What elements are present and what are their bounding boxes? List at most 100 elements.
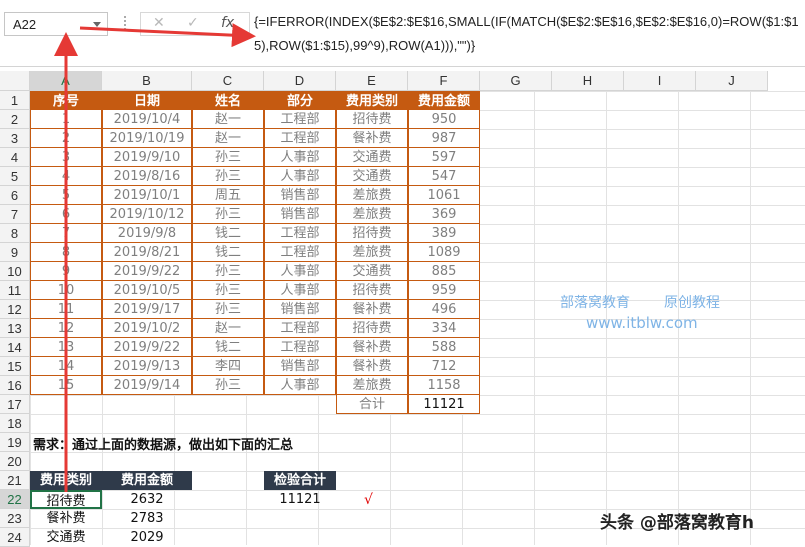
table-data-cell[interactable]: 588 [408, 338, 480, 357]
table-data-cell[interactable]: 孙三 [192, 205, 264, 224]
table-data-cell[interactable]: 交通费 [336, 167, 408, 186]
table-data-cell[interactable]: 交通费 [336, 148, 408, 167]
table-data-cell[interactable]: 10 [30, 281, 102, 300]
table-data-cell[interactable]: 2019/10/12 [102, 205, 192, 224]
table-data-cell[interactable]: 销售部 [264, 357, 336, 376]
table-data-cell[interactable]: 人事部 [264, 281, 336, 300]
row-header-19[interactable]: 19 [0, 433, 30, 452]
table-data-cell[interactable]: 2019/9/13 [102, 357, 192, 376]
table-data-cell[interactable]: 1158 [408, 376, 480, 395]
table-data-cell[interactable]: 工程部 [264, 243, 336, 262]
table-data-cell[interactable]: 人事部 [264, 148, 336, 167]
table-data-cell[interactable]: 钱二 [192, 224, 264, 243]
table-data-cell[interactable]: 工程部 [264, 110, 336, 129]
table-header-cell[interactable]: 姓名 [192, 91, 264, 110]
row-header-2[interactable]: 2 [0, 110, 30, 129]
column-header-a[interactable]: A [30, 71, 102, 91]
row-header-17[interactable]: 17 [0, 395, 30, 414]
column-header-b[interactable]: B [102, 71, 192, 91]
table-data-cell[interactable]: 工程部 [264, 129, 336, 148]
table-data-cell[interactable]: 孙三 [192, 376, 264, 395]
table-header-cell[interactable]: 费用金额 [408, 91, 480, 110]
table-data-cell[interactable]: 11 [30, 300, 102, 319]
table-data-cell[interactable]: 2019/10/19 [102, 129, 192, 148]
summary-data-cell[interactable]: 2783 [102, 509, 192, 528]
table-data-cell[interactable]: 959 [408, 281, 480, 300]
table-data-cell[interactable]: 差旅费 [336, 186, 408, 205]
row-header-5[interactable]: 5 [0, 167, 30, 186]
row-header-12[interactable]: 12 [0, 300, 30, 319]
table-data-cell[interactable]: 销售部 [264, 205, 336, 224]
table-data-cell[interactable]: 餐补费 [336, 338, 408, 357]
table-data-cell[interactable]: 1061 [408, 186, 480, 205]
row-header-20[interactable]: 20 [0, 452, 30, 471]
table-data-cell[interactable]: 孙三 [192, 281, 264, 300]
table-data-cell[interactable]: 孙三 [192, 300, 264, 319]
table-data-cell[interactable]: 2019/10/2 [102, 319, 192, 338]
table-data-cell[interactable]: 招待费 [336, 224, 408, 243]
table-data-cell[interactable]: 15 [30, 376, 102, 395]
table-data-cell[interactable]: 赵一 [192, 319, 264, 338]
table-data-cell[interactable]: 389 [408, 224, 480, 243]
table-data-cell[interactable]: 496 [408, 300, 480, 319]
table-data-cell[interactable]: 12 [30, 319, 102, 338]
table-data-cell[interactable]: 8 [30, 243, 102, 262]
table-data-cell[interactable]: 工程部 [264, 338, 336, 357]
table-data-cell[interactable]: 2 [30, 129, 102, 148]
column-header-c[interactable]: C [192, 71, 264, 91]
table-data-cell[interactable]: 孙三 [192, 262, 264, 281]
summary-header-cell[interactable]: 费用类别 [30, 471, 102, 490]
table-data-cell[interactable]: 钱二 [192, 338, 264, 357]
table-data-cell[interactable]: 950 [408, 110, 480, 129]
summary-data-cell[interactable]: 餐补费 [30, 509, 102, 528]
table-data-cell[interactable]: 885 [408, 262, 480, 281]
row-header-7[interactable]: 7 [0, 205, 30, 224]
table-data-cell[interactable]: 人事部 [264, 262, 336, 281]
table-data-cell[interactable]: 差旅费 [336, 205, 408, 224]
table-data-cell[interactable]: 销售部 [264, 300, 336, 319]
table-data-cell[interactable]: 7 [30, 224, 102, 243]
row-header-22[interactable]: 22 [0, 490, 30, 509]
table-data-cell[interactable]: 334 [408, 319, 480, 338]
table-data-cell[interactable]: 钱二 [192, 243, 264, 262]
row-header-1[interactable]: 1 [0, 91, 30, 110]
table-data-cell[interactable]: 369 [408, 205, 480, 224]
chevron-down-icon[interactable] [93, 22, 101, 27]
table-data-cell[interactable]: 597 [408, 148, 480, 167]
table-data-cell[interactable]: 赵一 [192, 110, 264, 129]
summary-data-cell[interactable]: 2632 [102, 490, 192, 509]
select-all-corner[interactable] [0, 71, 30, 91]
table-data-cell[interactable]: 人事部 [264, 167, 336, 186]
table-data-cell[interactable]: 2019/9/10 [102, 148, 192, 167]
row-header-23[interactable]: 23 [0, 509, 30, 528]
table-data-cell[interactable]: 712 [408, 357, 480, 376]
table-data-cell[interactable]: 2019/9/14 [102, 376, 192, 395]
row-header-16[interactable]: 16 [0, 376, 30, 395]
row-header-15[interactable]: 15 [0, 357, 30, 376]
row-header-8[interactable]: 8 [0, 224, 30, 243]
table-data-cell[interactable]: 547 [408, 167, 480, 186]
table-data-cell[interactable]: 2019/8/16 [102, 167, 192, 186]
summary-data-cell[interactable]: 2029 [102, 528, 192, 547]
column-header-f[interactable]: F [408, 71, 480, 91]
table-data-cell[interactable]: 工程部 [264, 224, 336, 243]
table-data-cell[interactable]: 周五 [192, 186, 264, 205]
enter-icon[interactable]: ✓ [187, 15, 199, 31]
table-data-cell[interactable]: 交通费 [336, 262, 408, 281]
summary-header-cell[interactable]: 费用金额 [102, 471, 192, 490]
table-data-cell[interactable]: 4 [30, 167, 102, 186]
table-data-cell[interactable]: 招待费 [336, 110, 408, 129]
row-header-3[interactable]: 3 [0, 129, 30, 148]
table-data-cell[interactable]: 餐补费 [336, 300, 408, 319]
total-value-cell[interactable]: 11121 [408, 395, 480, 414]
table-data-cell[interactable]: 2019/10/4 [102, 110, 192, 129]
table-data-cell[interactable]: 987 [408, 129, 480, 148]
table-data-cell[interactable]: 9 [30, 262, 102, 281]
table-data-cell[interactable]: 工程部 [264, 319, 336, 338]
row-header-6[interactable]: 6 [0, 186, 30, 205]
row-header-13[interactable]: 13 [0, 319, 30, 338]
table-data-cell[interactable]: 2019/8/21 [102, 243, 192, 262]
check-header-cell[interactable]: 检验合计 [264, 471, 336, 490]
column-header-i[interactable]: I [624, 71, 696, 91]
column-header-g[interactable]: G [480, 71, 552, 91]
